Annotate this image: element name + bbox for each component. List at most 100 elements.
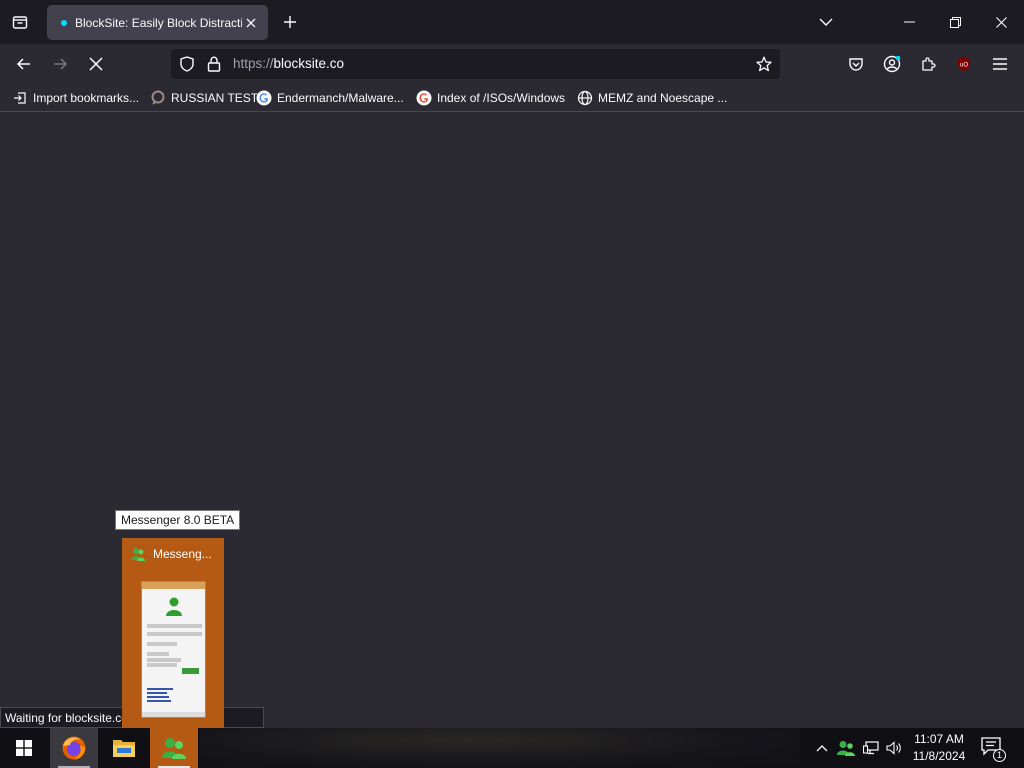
firefox-icon <box>62 736 86 760</box>
messenger-tray-icon <box>837 741 855 756</box>
chevron-up-icon <box>816 745 828 752</box>
extensions-button[interactable] <box>912 48 944 80</box>
url-text[interactable]: https://blocksite.co <box>233 56 344 71</box>
notification-count-badge: 1 <box>993 749 1006 762</box>
loading-indicator-icon <box>61 19 67 26</box>
google-icon <box>416 90 432 106</box>
preview-header: Messeng... <box>130 546 212 562</box>
arrow-left-icon <box>16 58 30 70</box>
bookmark-label: Endermanch/Malware... <box>277 91 404 105</box>
ublock-icon: uO <box>958 57 970 71</box>
tab-title: BlockSite: Easily Block Distractio <box>75 15 242 30</box>
google-icon <box>256 90 272 106</box>
show-hidden-icons-button[interactable] <box>812 738 832 758</box>
tab-strip: BlockSite: Easily Block Distractio <box>0 0 1024 44</box>
messenger-icon <box>162 738 186 759</box>
url-bar[interactable]: https://blocksite.co <box>171 49 780 79</box>
pocket-button[interactable] <box>840 48 872 80</box>
tray-messenger[interactable] <box>836 738 856 758</box>
tracking-protection-icon[interactable] <box>179 56 195 72</box>
chevron-down-icon <box>819 18 833 26</box>
import-icon <box>12 90 28 106</box>
preview-statusbar <box>142 712 205 717</box>
puzzle-icon <box>922 57 936 71</box>
bookmark-isos-windows[interactable]: Index of /ISOs/Windows <box>416 89 565 107</box>
lock-icon[interactable] <box>206 56 222 72</box>
globe-icon <box>577 90 593 106</box>
stop-icon <box>89 57 103 71</box>
bookmark-label: MEMZ and Noescape ... <box>598 91 728 105</box>
preview-link <box>147 696 169 698</box>
bookmark-russian-test[interactable]: RUSSIAN TEST <box>150 89 258 107</box>
preview-field <box>147 624 202 628</box>
hamburger-menu-icon <box>993 58 1007 70</box>
close-icon <box>995 16 1007 28</box>
action-center-button[interactable]: 1 <box>980 736 1006 762</box>
tray-network[interactable] <box>861 738 881 758</box>
svg-text:uO: uO <box>960 63 968 69</box>
site-favicon <box>150 90 166 106</box>
preview-link <box>147 700 171 702</box>
tray-volume[interactable] <box>884 738 904 758</box>
preview-link <box>147 688 173 690</box>
restore-icon <box>949 16 961 28</box>
taskbar-background <box>200 728 800 768</box>
avatar <box>166 597 182 616</box>
preview-title: Messeng... <box>153 547 212 561</box>
account-icon <box>883 55 901 73</box>
ublock-origin-button[interactable]: uO <box>948 48 980 80</box>
firefox-view-icon <box>12 16 28 29</box>
clock-date: 11/8/2024 <box>912 749 966 763</box>
firefox-view-button[interactable] <box>4 6 36 38</box>
forward-button[interactable] <box>44 48 76 80</box>
preview-signin-button <box>182 668 199 674</box>
messenger-icon <box>131 548 145 561</box>
preview-field <box>147 663 177 667</box>
arrow-right-icon <box>54 58 68 70</box>
bookmarks-toolbar: Import bookmarks... RUSSIAN TEST Enderma… <box>0 84 1024 112</box>
taskbar-clock[interactable]: 11:07 AM 11/8/2024 <box>906 731 972 765</box>
tab-close-button[interactable] <box>242 14 260 32</box>
preview-titlebar <box>142 582 205 589</box>
pocket-icon <box>849 58 863 71</box>
volume-icon <box>886 741 901 755</box>
account-button[interactable] <box>876 48 908 80</box>
taskbar-tooltip: Messenger 8.0 BETA <box>115 510 241 530</box>
bookmark-memz[interactable]: MEMZ and Noescape ... <box>577 89 727 107</box>
minimize-button[interactable] <box>886 0 932 44</box>
taskbar-file-explorer[interactable] <box>100 728 148 768</box>
start-button[interactable] <box>0 728 48 768</box>
network-icon <box>863 741 879 755</box>
bookmark-label: Index of /ISOs/Windows <box>437 91 566 105</box>
taskbar-messenger[interactable] <box>150 728 198 768</box>
clock-time: 11:07 AM <box>914 732 964 746</box>
preview-field <box>147 658 181 662</box>
navigation-toolbar: https://blocksite.co uO <box>0 44 1024 84</box>
close-icon <box>246 18 256 27</box>
tab-blocksite[interactable]: BlockSite: Easily Block Distractio <box>47 5 268 40</box>
minimize-icon <box>903 21 915 23</box>
list-all-tabs-button[interactable] <box>810 6 842 38</box>
restore-button[interactable] <box>932 0 978 44</box>
taskbar: 11:07 AM 11/8/2024 1 <box>0 728 1024 768</box>
taskbar-thumbnail-preview[interactable]: Messeng... <box>122 538 224 728</box>
stop-button[interactable] <box>80 48 112 80</box>
menu-button[interactable] <box>984 48 1016 80</box>
preview-field <box>147 652 169 656</box>
bookmark-label: RUSSIAN TEST <box>171 91 259 105</box>
preview-field <box>147 632 202 636</box>
url-host: blocksite.co <box>273 56 345 71</box>
bookmark-import[interactable]: Import bookmarks... <box>12 89 139 107</box>
preview-window-thumbnail <box>141 581 206 718</box>
new-tab-button[interactable] <box>274 6 306 38</box>
close-window-button[interactable] <box>978 0 1024 44</box>
bookmark-star-icon[interactable] <box>756 56 772 72</box>
preview-link <box>147 692 167 694</box>
file-explorer-icon <box>113 740 135 757</box>
preview-field <box>147 642 177 646</box>
url-scheme: https:// <box>233 56 274 71</box>
taskbar-firefox[interactable] <box>50 728 98 768</box>
windows-icon <box>16 740 32 756</box>
back-button[interactable] <box>8 48 40 80</box>
bookmark-endermanch[interactable]: Endermanch/Malware... <box>256 89 404 107</box>
